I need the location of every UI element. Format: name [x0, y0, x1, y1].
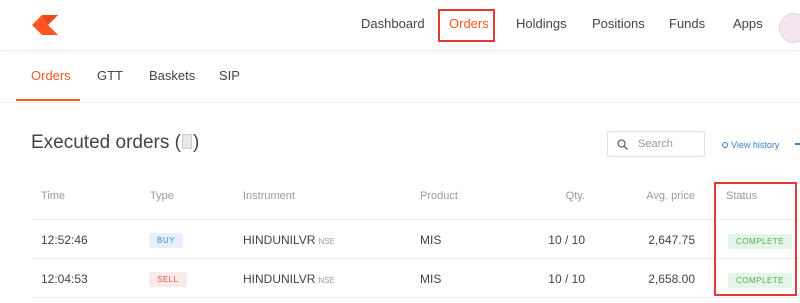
view-history-label: View history — [731, 140, 780, 150]
section-title-end: ) — [192, 132, 200, 153]
section-title-text: Executed orders ( — [31, 132, 181, 153]
badge-buy: BUY — [149, 233, 183, 248]
cell-time: 12:52:46 — [41, 233, 88, 247]
tab-gtt[interactable]: GTT — [97, 68, 123, 83]
header-time[interactable]: Time — [41, 190, 65, 202]
instrument-name: HINDUNILVR — [243, 233, 316, 247]
header-avg-price[interactable]: Avg. price — [625, 190, 695, 202]
header-qty[interactable]: Qty. — [535, 190, 585, 202]
view-history-link[interactable]: View history — [722, 140, 779, 150]
cell-instrument: HINDUNILVR NSE — [243, 272, 335, 286]
tab-orders[interactable]: Orders — [31, 68, 71, 83]
top-nav-bar: Dashboard Orders Holdings Positions Fund… — [0, 0, 800, 51]
nav-positions[interactable]: Positions — [592, 16, 645, 31]
nav-apps[interactable]: Apps — [733, 16, 763, 31]
search-box — [607, 131, 705, 157]
search-icon — [617, 139, 628, 150]
orders-highlight-box — [438, 9, 495, 42]
tab-sip[interactable]: SIP — [219, 68, 240, 83]
cell-avg-price: 2,658.00 — [648, 272, 695, 286]
history-icon — [722, 142, 728, 148]
section-title: Executed orders () — [31, 132, 199, 154]
status-highlight-box — [714, 182, 797, 296]
header-type[interactable]: Type — [150, 190, 174, 202]
tab-baskets[interactable]: Baskets — [149, 68, 195, 83]
badge-sell: SELL — [149, 272, 187, 287]
cell-qty: 10 / 10 — [548, 272, 585, 286]
nav-funds[interactable]: Funds — [669, 16, 705, 31]
header-instrument[interactable]: Instrument — [243, 190, 295, 202]
active-tab-indicator — [16, 99, 80, 101]
sub-tabs: Orders GTT Baskets SIP — [0, 50, 800, 103]
exchange-label: NSE — [318, 237, 335, 246]
search-input[interactable] — [638, 136, 702, 152]
instrument-name: HINDUNILVR — [243, 272, 316, 286]
nav-holdings[interactable]: Holdings — [516, 16, 567, 31]
nav-dashboard[interactable]: Dashboard — [361, 16, 425, 31]
row-divider — [31, 297, 800, 298]
cell-product: MIS — [420, 233, 442, 247]
options-icon[interactable] — [795, 143, 800, 145]
row-divider — [31, 258, 800, 259]
cell-instrument: HINDUNILVR NSE — [243, 233, 335, 247]
header-product[interactable]: Product — [420, 190, 458, 202]
avatar[interactable] — [779, 13, 800, 43]
cell-qty: 10 / 10 — [548, 233, 585, 247]
cell-time: 12:04:53 — [41, 272, 88, 286]
order-count-placeholder — [181, 134, 192, 149]
cell-avg-price: 2,647.75 — [648, 233, 695, 247]
kite-logo-icon[interactable] — [32, 15, 58, 35]
exchange-label: NSE — [318, 276, 335, 285]
cell-product: MIS — [420, 272, 442, 286]
row-divider — [31, 219, 800, 220]
